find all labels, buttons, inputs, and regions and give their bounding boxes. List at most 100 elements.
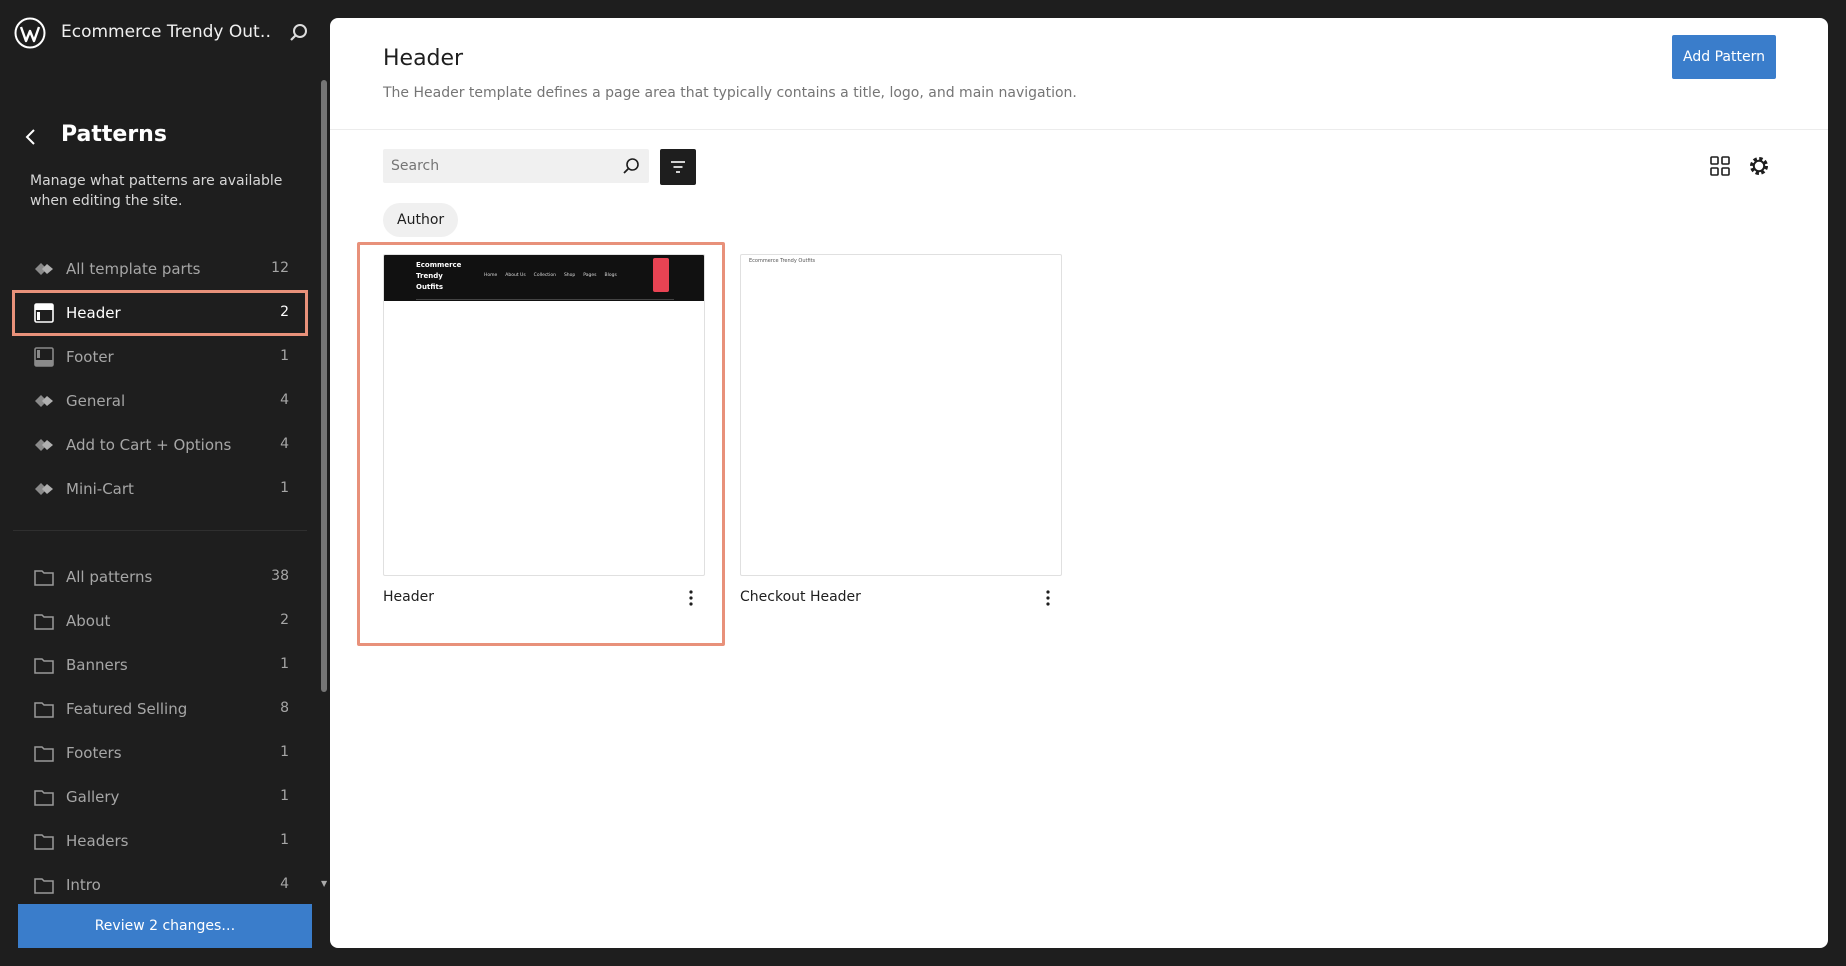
preview-header-bar: Ecommerce Trendy Outfits Home About Us C…: [384, 255, 704, 301]
sidebar-scrollbar[interactable]: ▼: [321, 72, 327, 888]
header-divider: [330, 129, 1828, 130]
sidebar-item-general[interactable]: General 4: [13, 379, 307, 423]
sidebar-item-header[interactable]: Header 2: [12, 290, 308, 336]
sidebar-item-count: 12: [271, 260, 289, 276]
filter-button[interactable]: [660, 149, 696, 185]
sidebar-divider: [13, 530, 307, 531]
author-filter-chip[interactable]: Author: [383, 203, 459, 237]
sidebar-item-all-template-parts[interactable]: All template parts 12: [13, 247, 307, 291]
sidebar-item-label: Featured Selling: [66, 700, 188, 718]
site-title[interactable]: Ecommerce Trendy Out…: [61, 22, 271, 42]
sidebar-item-label: Add to Cart + Options: [66, 436, 232, 454]
pattern-preview[interactable]: Ecommerce Trendy Outfits: [740, 254, 1062, 576]
add-pattern-button[interactable]: Add Pattern: [1672, 35, 1776, 79]
folder-icon: [34, 658, 54, 674]
sidebar: Ecommerce Trendy Out… ▼ Patterns Manage …: [0, 0, 330, 966]
sidebar-item-label: General: [66, 392, 126, 410]
sidebar-item-all-patterns[interactable]: All patterns 38: [13, 555, 307, 599]
page-title: Header: [383, 46, 464, 71]
gear-icon[interactable]: [1747, 154, 1771, 178]
search-input[interactable]: [383, 149, 649, 183]
folder-icon: [34, 746, 54, 762]
sidebar-item-count: 4: [280, 392, 289, 408]
sidebar-item-gallery[interactable]: Gallery 1: [13, 775, 307, 819]
more-options-icon[interactable]: [683, 588, 699, 608]
preview-nav: Home About Us Collection Shop Pages Blog…: [484, 273, 617, 278]
filter-icon: [671, 161, 685, 173]
sidebar-item-label: Mini-Cart: [66, 480, 134, 498]
search-icon: [623, 158, 639, 174]
sidebar-item-intro[interactable]: Intro 4: [13, 863, 307, 907]
sidebar-title: Patterns: [61, 122, 167, 147]
sidebar-item-label: About: [66, 612, 111, 630]
pattern-title[interactable]: Checkout Header: [740, 589, 861, 605]
header-icon: [34, 303, 54, 323]
preview-nav-item: Blogs: [604, 273, 617, 278]
sidebar-item-label: All template parts: [66, 260, 201, 278]
sidebar-item-count: 2: [280, 304, 289, 320]
sidebar-item-count: 4: [280, 876, 289, 892]
review-changes-button[interactable]: Review 2 changes…: [18, 904, 312, 948]
sidebar-item-label: Headers: [66, 832, 129, 850]
pattern-card-header: Ecommerce Trendy Outfits Home About Us C…: [357, 242, 725, 646]
grid-layout-icon[interactable]: [1708, 154, 1732, 178]
site-header: Ecommerce Trendy Out…: [0, 0, 330, 66]
sidebar-description: Manage what patterns are available when …: [30, 173, 283, 209]
sidebar-item-about[interactable]: About 2: [13, 599, 307, 643]
folder-icon: [34, 878, 54, 894]
more-options-icon[interactable]: [1040, 588, 1056, 608]
sidebar-item-count: 1: [280, 348, 289, 364]
pattern-title[interactable]: Header: [383, 589, 434, 605]
preview-cart-icon: [653, 258, 669, 292]
sidebar-item-count: 4: [280, 436, 289, 452]
sidebar-item-count: 1: [280, 788, 289, 804]
sidebar-item-add-to-cart-options[interactable]: Add to Cart + Options 4: [13, 423, 307, 467]
footer-icon: [34, 347, 54, 367]
preview-nav-item: Home: [484, 273, 498, 278]
preview-nav-item: Collection: [533, 273, 556, 278]
sidebar-item-count: 1: [280, 656, 289, 672]
sidebar-item-label: Footers: [66, 744, 122, 762]
sidebar-item-label: Header: [66, 304, 121, 322]
main-panel: Header The Header template defines a pag…: [330, 18, 1828, 948]
sidebar-item-label: Banners: [66, 656, 128, 674]
back-arrow-icon[interactable]: [18, 124, 44, 150]
page-description: The Header template defines a page area …: [383, 85, 1077, 101]
scrollbar-thumb[interactable]: [321, 80, 327, 692]
preview-divider: [416, 299, 674, 300]
sidebar-item-label: All patterns: [66, 568, 153, 586]
sidebar-item-footers[interactable]: Footers 1: [13, 731, 307, 775]
pattern-meta: Header: [383, 576, 705, 616]
folder-icon: [34, 702, 54, 718]
search-box: [383, 149, 649, 183]
sidebar-nav: All template parts 12 Header 2 Footer 1: [12, 247, 308, 907]
folder-icon: [34, 790, 54, 806]
diamond-icon: [35, 395, 53, 407]
sidebar-item-count: 1: [280, 744, 289, 760]
sidebar-item-featured-selling[interactable]: Featured Selling 8: [13, 687, 307, 731]
search-icon[interactable]: [288, 22, 310, 44]
scroll-down-icon[interactable]: ▼: [321, 879, 327, 888]
pattern-preview[interactable]: Ecommerce Trendy Outfits Home About Us C…: [383, 254, 705, 576]
sidebar-item-label: Gallery: [66, 788, 120, 806]
folder-icon: [34, 834, 54, 850]
sidebar-item-label: Footer: [66, 348, 114, 366]
folder-icon: [34, 614, 54, 630]
preview-text: Ecommerce Trendy Outfits: [749, 258, 816, 264]
sidebar-item-count: 1: [280, 480, 289, 496]
sidebar-item-mini-cart[interactable]: Mini-Cart 1: [13, 467, 307, 511]
sidebar-item-banners[interactable]: Banners 1: [13, 643, 307, 687]
diamond-icon: [35, 263, 53, 275]
wordpress-logo-icon[interactable]: [14, 17, 46, 49]
sidebar-item-footer[interactable]: Footer 1: [13, 335, 307, 379]
sidebar-item-count: 38: [271, 568, 289, 584]
preview-nav-item: Pages: [583, 273, 597, 278]
preview-brand: Ecommerce Trendy Outfits: [416, 261, 462, 291]
sidebar-item-headers[interactable]: Headers 1: [13, 819, 307, 863]
sidebar-item-count: 1: [280, 832, 289, 848]
sidebar-item-label: Intro: [66, 876, 101, 894]
preview-nav-item: Shop: [563, 273, 576, 278]
pattern-card-checkout-header: Ecommerce Trendy Outfits Checkout Header: [740, 254, 1062, 616]
diamond-icon: [35, 439, 53, 451]
diamond-icon: [35, 483, 53, 495]
